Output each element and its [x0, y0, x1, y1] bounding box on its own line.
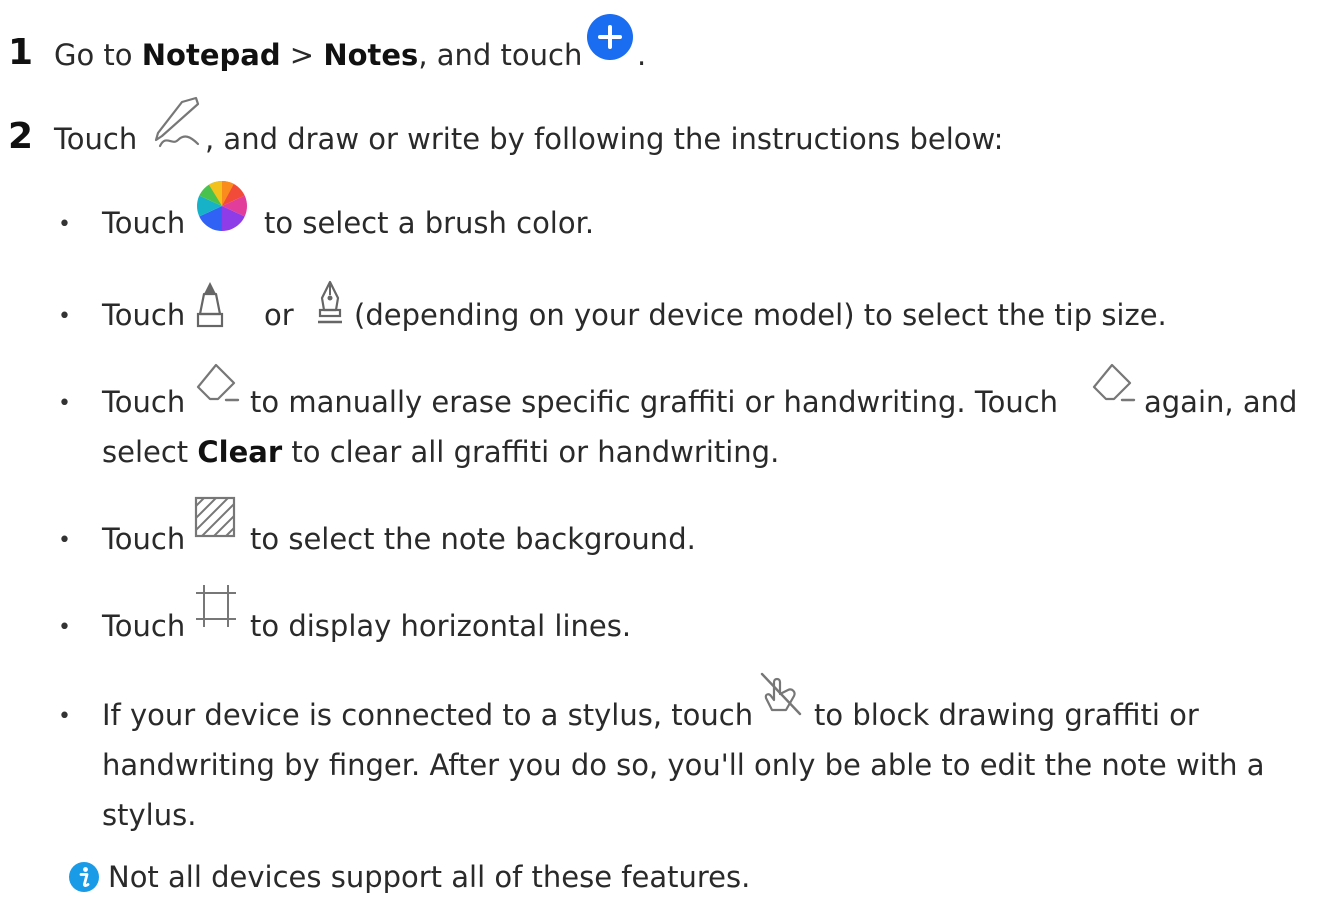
separator: >	[289, 38, 315, 72]
eraser-icon	[1090, 362, 1136, 408]
or-text: or	[264, 298, 294, 332]
step-text: Go to Notepad > Notes, and touch	[54, 35, 582, 75]
color-wheel-icon	[196, 180, 248, 232]
bullet-text: to select the note background.	[250, 522, 696, 556]
text-segment: select	[102, 435, 189, 469]
bullet-text: to display horizontal lines.	[250, 609, 632, 643]
clear-label: Clear	[197, 435, 283, 469]
touch-label: Touch	[102, 609, 186, 643]
bullet-text: to manually erase specific graffiti or h…	[250, 385, 1059, 419]
note-text: Not all devices support all of these fea…	[108, 860, 751, 894]
section-name: Notes	[323, 38, 419, 72]
bullet: •	[58, 212, 71, 237]
touch-label: Touch	[102, 522, 186, 556]
bullet-text: If your device is connected to a stylus,…	[102, 698, 754, 732]
touch-label: Touch	[102, 206, 186, 240]
bullet-text-line3: stylus.	[102, 798, 197, 832]
bullet-text: (depending on your device model) to sele…	[354, 298, 1167, 332]
period: .	[637, 38, 647, 72]
text-segment: to clear all graffiti or handwriting.	[291, 435, 780, 469]
background-pattern-icon	[194, 496, 236, 538]
pencil-tip-icon	[196, 280, 224, 328]
touch-label: Touch	[102, 298, 186, 332]
bullet: •	[58, 615, 71, 640]
app-name: Notepad	[141, 38, 281, 72]
pen-nib-icon	[316, 280, 344, 326]
bullet-text-line2: select Clear to clear all graffiti or ha…	[102, 432, 779, 472]
bullet-text: to block drawing graffiti or	[814, 698, 1199, 732]
step-text: , and draw or write by following the ins…	[205, 122, 1004, 156]
text-segment: , and touch	[418, 38, 583, 72]
horizontal-lines-icon	[196, 585, 236, 627]
touch-label: Touch	[54, 122, 138, 156]
info-icon	[68, 861, 100, 893]
bullet-text: to select a brush color.	[264, 206, 595, 240]
bullet: •	[58, 528, 71, 553]
touch-label: Touch	[102, 385, 186, 419]
step-number: 1	[8, 32, 34, 73]
handwriting-icon	[152, 96, 204, 152]
bullet-text-line2: handwriting by finger. After you do so, …	[102, 748, 1265, 782]
eraser-icon	[194, 362, 240, 408]
bullet: •	[58, 391, 71, 416]
bullet-text: again, and	[1144, 385, 1298, 419]
step-number: 2	[8, 116, 34, 157]
text-segment: Go to	[54, 38, 133, 72]
bullet: •	[58, 304, 71, 329]
add-circle-icon	[587, 14, 633, 60]
bullet: •	[58, 704, 71, 729]
finger-block-icon	[758, 672, 804, 716]
